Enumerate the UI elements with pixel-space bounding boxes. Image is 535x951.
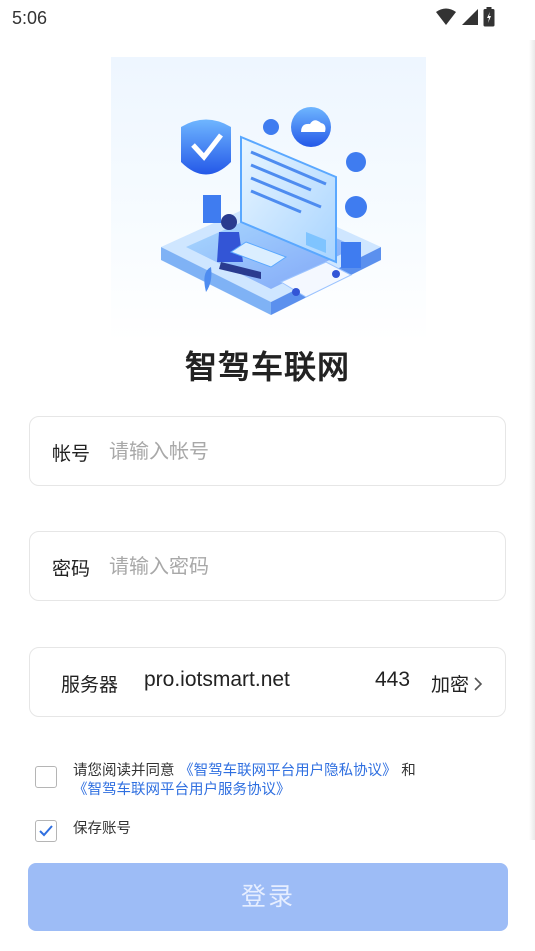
- status-time: 5:06: [12, 8, 48, 28]
- status-bar: 5:06: [0, 0, 535, 38]
- service-agreement-link[interactable]: 《智驾车联网平台用户服务协议》: [73, 782, 291, 798]
- agreement-prefix: 请您阅读并同意: [73, 763, 175, 779]
- scrollbar-edge: [529, 40, 535, 840]
- privacy-policy-link[interactable]: 《智驾车联网平台用户隐私协议》: [179, 763, 397, 779]
- save-account-label: 保存账号: [73, 821, 131, 837]
- server-host[interactable]: pro.iotsmart.net: [144, 668, 290, 692]
- password-field[interactable]: 密码: [29, 531, 506, 601]
- server-port[interactable]: 443: [375, 668, 410, 692]
- save-account-checkbox[interactable]: [35, 820, 57, 842]
- check-icon: [39, 825, 53, 837]
- server-label: 服务器: [61, 674, 119, 696]
- login-button[interactable]: 登录: [28, 863, 508, 931]
- account-input[interactable]: [109, 432, 479, 470]
- status-icons: [435, 7, 495, 27]
- agreement-joiner: 和: [401, 763, 416, 779]
- hero-illustration: [111, 57, 426, 342]
- encryption-label: 加密: [431, 674, 470, 696]
- account-label: 帐号: [52, 443, 91, 465]
- signal-icon: [462, 9, 478, 25]
- password-label: 密码: [52, 558, 91, 580]
- account-field[interactable]: 帐号: [29, 416, 506, 486]
- app-title: 智驾车联网: [184, 348, 350, 386]
- chevron-right-icon: [474, 676, 483, 691]
- encryption-selector[interactable]: 加密: [431, 670, 483, 697]
- agreement-text: 请您阅读并同意 《智驾车联网平台用户隐私协议》 和 《智驾车联网平台用户服务协议…: [73, 762, 493, 800]
- password-input[interactable]: [109, 547, 479, 585]
- agreement-checkbox[interactable]: [35, 766, 57, 788]
- smart-car-platform-illustration: [161, 107, 381, 315]
- battery-icon: [483, 7, 495, 27]
- server-field[interactable]: 服务器 pro.iotsmart.net 443 加密: [29, 647, 506, 717]
- wifi-icon: [436, 8, 456, 25]
